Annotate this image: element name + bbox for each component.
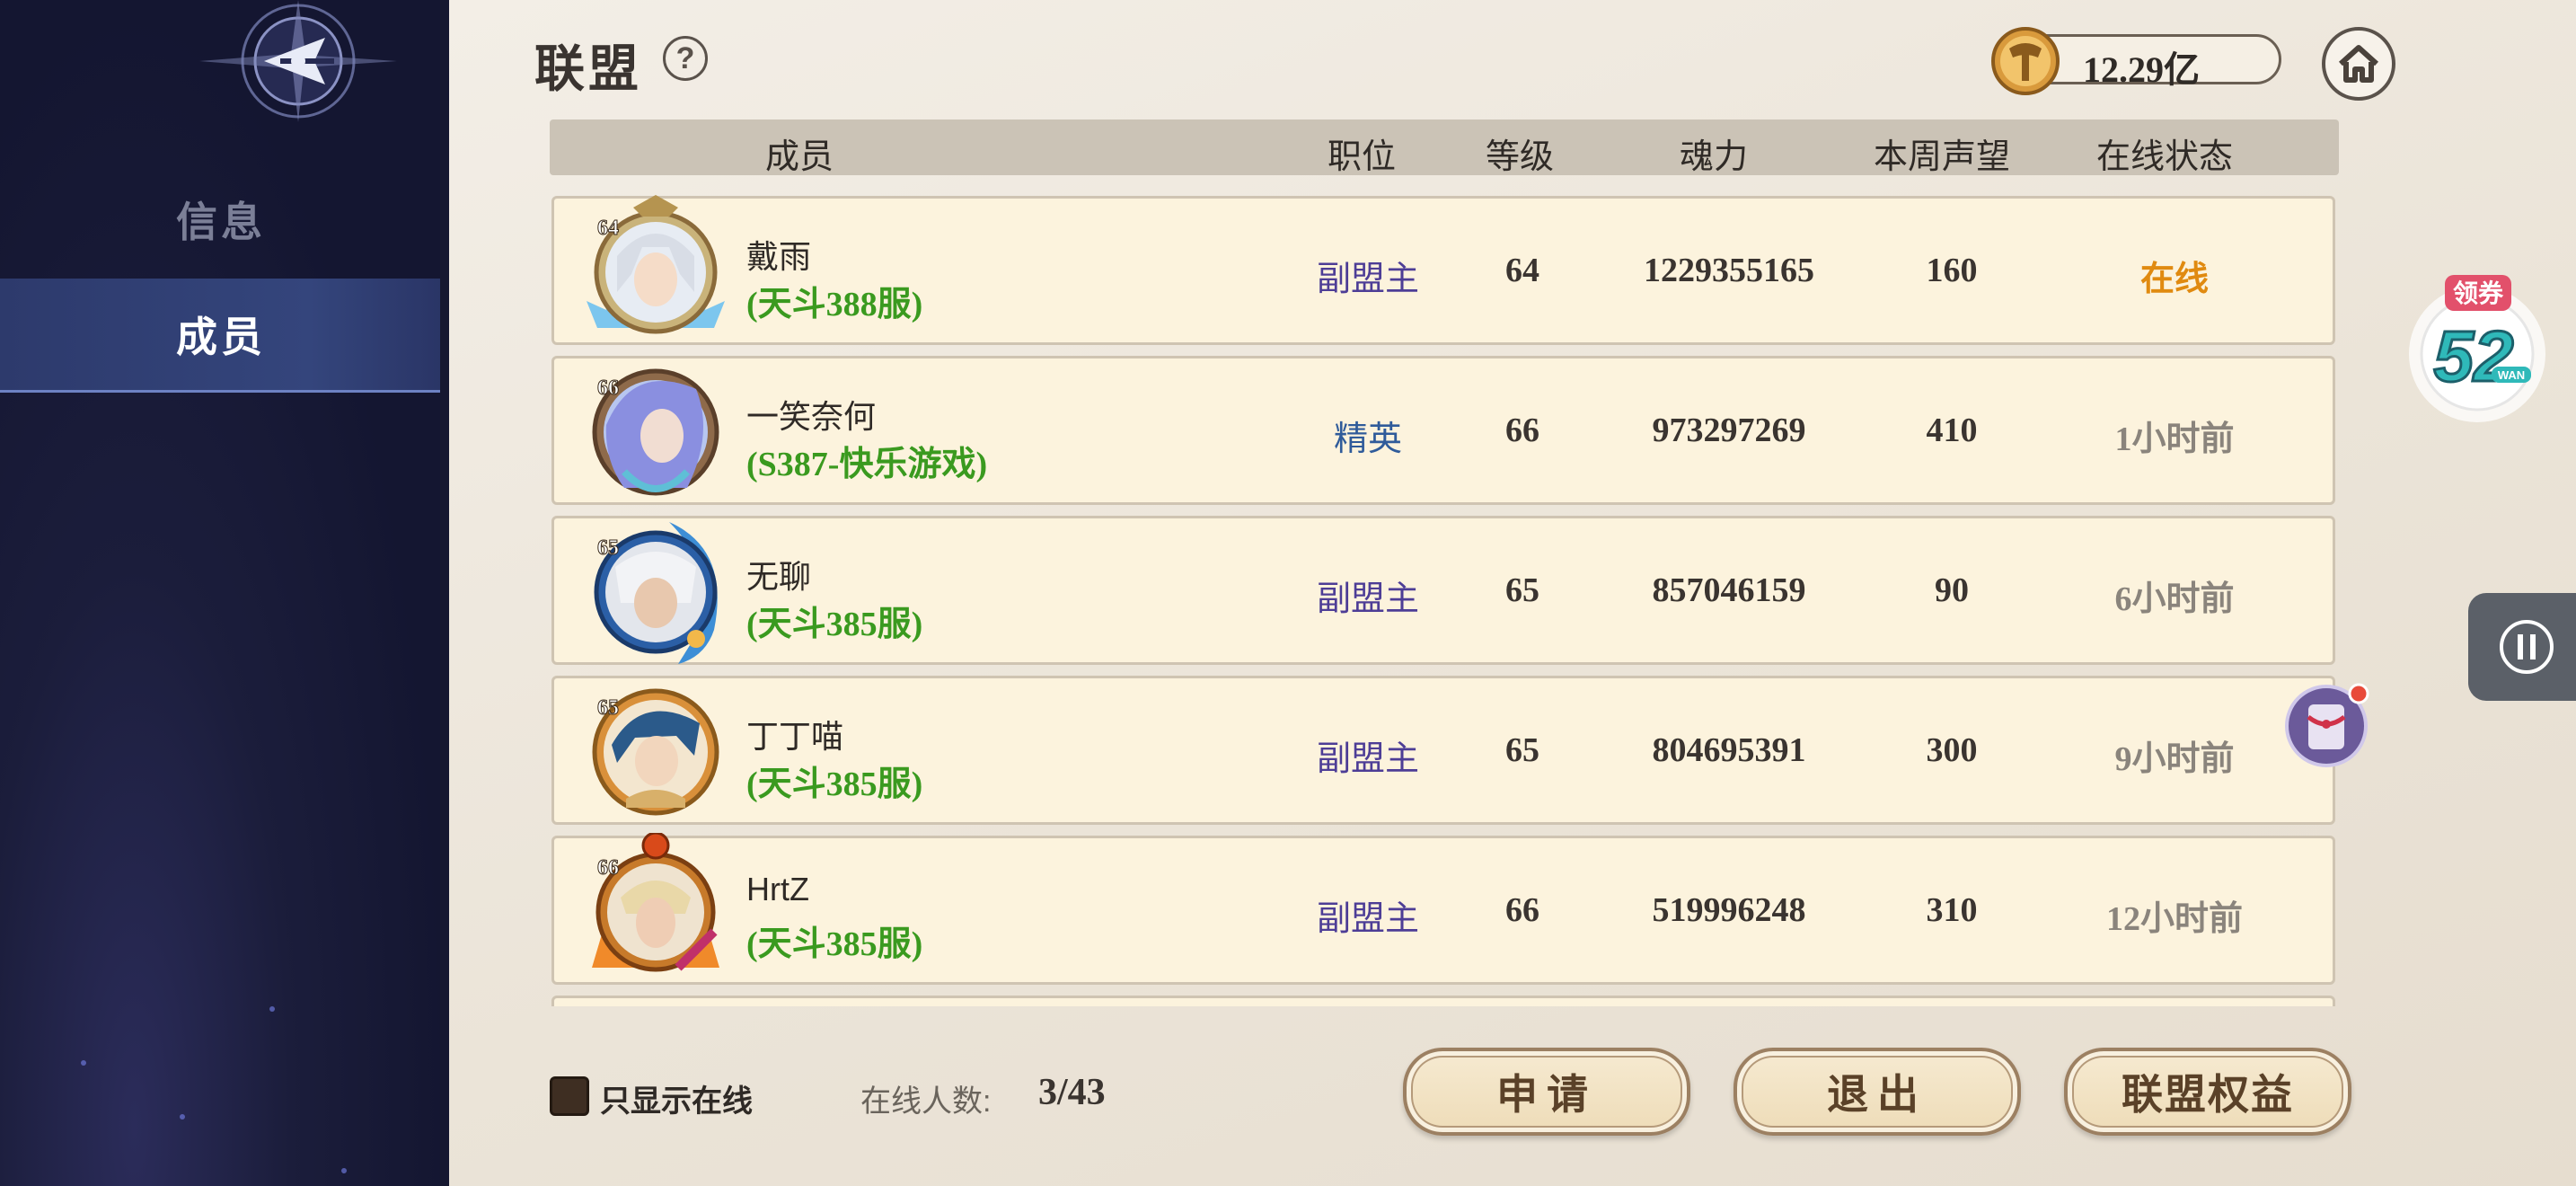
member-name: 无聊 <box>746 558 812 595</box>
avatar: 66 <box>592 368 719 496</box>
member-prestige: 90 <box>1935 571 1969 609</box>
svg-text:领券: 领券 <box>2453 279 2504 307</box>
member-status: 12小时前 <box>2105 900 2244 938</box>
svg-text:66: 66 <box>597 376 619 400</box>
table-row[interactable]: 65 无聊 (天斗385服) 副盟主 65 857046159 90 6小时前 <box>551 516 2335 665</box>
alliance-benefits-button[interactable]: 联盟权益 <box>2064 1048 2351 1136</box>
svg-text:WAN: WAN <box>2498 368 2525 382</box>
online-count-label: 在线人数: <box>860 1084 992 1119</box>
home-icon <box>2338 45 2379 83</box>
svg-text:66: 66 <box>597 856 619 880</box>
svg-text:65: 65 <box>597 536 619 560</box>
table-row-partial[interactable] <box>551 996 2335 1006</box>
member-status: 6小时前 <box>2114 580 2235 618</box>
member-power: 519996248 <box>1652 891 1806 929</box>
only-online-checkbox[interactable] <box>550 1076 589 1116</box>
column-header-level: 等级 <box>1485 138 1555 176</box>
only-online-label: 只显示在线 <box>600 1084 753 1119</box>
coupon-widget[interactable]: 领券 52 WAN <box>2387 270 2558 431</box>
table-row[interactable]: 65 丁丁喵 (天斗385服) 副盟主 65 804695391 300 9小时… <box>551 676 2335 825</box>
member-role: 副盟主 <box>1316 261 1420 298</box>
column-header-position: 职位 <box>1327 138 1397 176</box>
table-row[interactable]: 66 HrtZ (天斗385服) 副盟主 66 519996248 310 12… <box>551 833 2335 985</box>
member-table-header: 成员 职位 等级 魂力 本周声望 在线状态 <box>550 119 2339 176</box>
pause-icon <box>2500 620 2554 674</box>
member-server: (天斗385服) <box>746 766 923 803</box>
member-level: 65 <box>1505 731 1539 769</box>
red-envelope-icon[interactable] <box>2281 681 2371 771</box>
avatar: 65 <box>592 688 719 816</box>
sparkle-decoration <box>81 1060 86 1066</box>
column-header-power: 魂力 <box>1679 138 1749 176</box>
member-name: 丁丁喵 <box>746 718 844 755</box>
member-level: 66 <box>1505 891 1539 929</box>
member-name: HrtZ <box>746 871 809 907</box>
help-icon[interactable]: ? <box>663 36 708 81</box>
sidebar-item-members[interactable]: 成员 <box>0 279 442 393</box>
avatar: 65 <box>594 522 718 664</box>
member-power: 973297269 <box>1652 412 1806 449</box>
currency-value: 12.29亿 <box>2083 49 2200 90</box>
sparkle-decoration <box>341 1168 347 1173</box>
table-row[interactable]: 66 一笑奈何 (S387-快乐游戏) 精英 66 973297269 410 … <box>551 356 2335 505</box>
member-status: 1小时前 <box>2114 420 2235 458</box>
sidebar-item-label: 成员 <box>176 314 266 360</box>
member-status: 在线 <box>2139 261 2210 298</box>
svg-text:52: 52 <box>2434 316 2514 396</box>
avatar: 64 <box>587 195 725 334</box>
member-level: 66 <box>1505 412 1539 449</box>
member-role: 副盟主 <box>1316 900 1420 938</box>
sparkle-decoration <box>269 1006 275 1012</box>
member-server: (天斗385服) <box>746 606 923 643</box>
table-row[interactable]: 64 戴雨 (天斗388服) 副盟主 64 1229355165 160 在线 <box>551 195 2335 345</box>
member-status: 9小时前 <box>2114 740 2235 778</box>
home-button[interactable] <box>2322 27 2395 101</box>
member-prestige: 410 <box>1926 412 1978 449</box>
quit-button[interactable]: 退出 <box>1734 1048 2021 1136</box>
member-server: (天斗385服) <box>746 925 923 963</box>
member-level: 65 <box>1505 571 1539 609</box>
member-name: 一笑奈何 <box>746 398 877 435</box>
axe-coin-icon <box>1991 27 2060 95</box>
column-header-status: 在线状态 <box>2095 138 2234 176</box>
apply-button[interactable]: 申请 <box>1403 1048 1690 1136</box>
online-count: 3/43 <box>1038 1072 1106 1113</box>
member-prestige: 160 <box>1926 252 1978 289</box>
pause-button[interactable] <box>2468 593 2576 701</box>
member-role: 副盟主 <box>1316 580 1420 618</box>
member-list[interactable]: 64 戴雨 (天斗388服) 副盟主 64 1229355165 160 在线 … <box>550 193 2339 1006</box>
svg-text:64: 64 <box>597 217 619 240</box>
sidebar-item-info[interactable]: 信息 <box>0 164 442 275</box>
member-prestige: 300 <box>1926 731 1978 769</box>
member-role: 精英 <box>1333 420 1403 458</box>
sidebar: 信息 成员 <box>0 0 449 1186</box>
column-header-member: 成员 <box>764 138 834 176</box>
avatar: 66 <box>592 833 719 972</box>
coupon-icon: 领券 52 WAN <box>2409 275 2545 422</box>
alliance-emblem-icon <box>199 0 397 122</box>
member-prestige: 310 <box>1926 891 1978 929</box>
member-role: 副盟主 <box>1316 740 1420 778</box>
sparkle-decoration <box>180 1114 185 1120</box>
page-title: 联盟 <box>534 42 642 98</box>
member-power: 857046159 <box>1652 571 1806 609</box>
svg-text:65: 65 <box>597 696 619 720</box>
member-power: 804695391 <box>1652 731 1806 769</box>
member-name: 戴雨 <box>746 238 812 275</box>
column-header-prestige: 本周声望 <box>1873 138 2011 176</box>
member-power: 1229355165 <box>1644 252 1814 289</box>
member-server: (天斗388服) <box>746 286 923 323</box>
member-level: 64 <box>1505 252 1539 289</box>
member-server: (S387-快乐游戏) <box>746 446 988 483</box>
sidebar-item-label: 信息 <box>176 199 266 245</box>
